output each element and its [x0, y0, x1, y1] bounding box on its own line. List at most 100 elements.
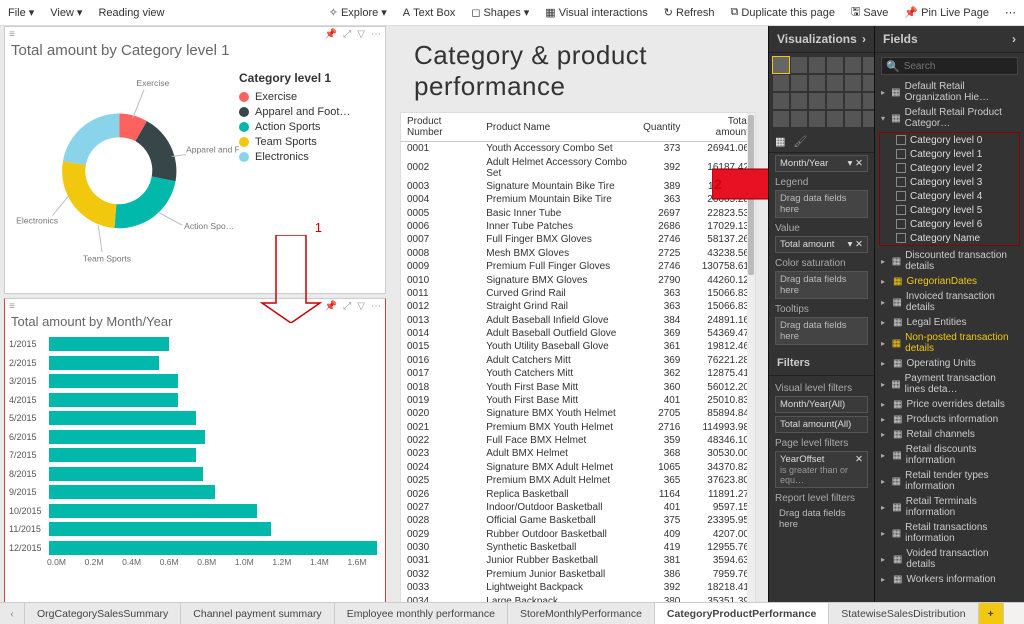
field-table[interactable]: ▸▦Retail Terminals information: [877, 494, 1022, 520]
focus-icon[interactable]: ⤢: [343, 29, 351, 40]
visual-filter-1[interactable]: Month/Year(All): [775, 396, 868, 413]
table-row[interactable]: 0001Youth Accessory Combo Set37326941.06: [401, 142, 755, 156]
viz-type-icon[interactable]: [809, 111, 825, 127]
format-tab-icon[interactable]: 🖌: [793, 135, 807, 148]
product-table[interactable]: Product NumberProduct NameQuantityTotal …: [401, 113, 755, 602]
field-table[interactable]: ▸▦Non-posted transaction details: [877, 330, 1022, 356]
visual-filter-2[interactable]: Total amount(All): [775, 416, 868, 433]
viz-type-icon[interactable]: [827, 93, 843, 109]
page-tab[interactable]: StoreMonthlyPerformance: [508, 603, 655, 624]
table-row[interactable]: 0016Adult Catchers Mitt36976221.28: [401, 354, 755, 367]
bar-chart-tile[interactable]: ≡ 📌 ⤢ ▽ ⋯ Total amount by Month/Year 1/2…: [4, 298, 386, 602]
axis-well[interactable]: Month/Year▾ ✕: [775, 155, 868, 172]
more-icon[interactable]: ⋯: [371, 301, 381, 312]
table-row[interactable]: 0009Premium Full Finger Gloves2746130758…: [401, 260, 755, 273]
table-row[interactable]: 0004Premium Mountain Bike Tire36320605.2…: [401, 193, 755, 206]
viz-type-icon[interactable]: [827, 75, 843, 91]
legend-item[interactable]: Apparel and Foot…: [239, 106, 350, 118]
donut-chart-tile[interactable]: ≡ 📌 ⤢ ▽ ⋯ Total amount by Category level…: [4, 26, 386, 294]
drag-handle-icon[interactable]: ≡: [9, 29, 15, 40]
focus-icon[interactable]: ⤢: [343, 301, 351, 312]
viz-type-icon[interactable]: [773, 93, 789, 109]
view-menu[interactable]: View ▾: [50, 6, 82, 19]
filter-icon[interactable]: ▽: [357, 301, 365, 312]
viz-type-icon[interactable]: [791, 93, 807, 109]
collapse-icon[interactable]: ›: [1012, 32, 1016, 46]
saturation-well[interactable]: Drag data fields here: [775, 271, 868, 299]
viz-type-icon[interactable]: [845, 111, 861, 127]
legend-item[interactable]: Team Sports: [239, 136, 350, 148]
fields-search-input[interactable]: [904, 61, 1013, 72]
product-table-tile[interactable]: Product NumberProduct NameQuantityTotal …: [400, 112, 756, 602]
table-row[interactable]: 0030Synthetic Basketball41912955.76: [401, 541, 755, 554]
table-row[interactable]: 0024Signature BMX Adult Helmet106534370.…: [401, 461, 755, 474]
table-row[interactable]: 0019Youth First Base Mitt40125010.83: [401, 394, 755, 407]
table-row[interactable]: 0015Youth Utility Baseball Glove36119812…: [401, 340, 755, 353]
viz-type-icon[interactable]: [791, 111, 807, 127]
field-item[interactable]: Category Name: [894, 231, 1019, 245]
field-table[interactable]: ▸▦Retail tender types information: [877, 468, 1022, 494]
field-item[interactable]: Category level 0: [894, 133, 1019, 147]
table-row[interactable]: 0014Adult Baseball Outfield Glove3695436…: [401, 327, 755, 340]
reading-view-button[interactable]: Reading view: [98, 7, 164, 19]
table-row[interactable]: 0029Rubber Outdoor Basketball4094207.00: [401, 528, 755, 541]
bar-chart[interactable]: 1/20152/20153/20154/20155/20156/20157/20…: [5, 331, 385, 557]
table-header[interactable]: Product Number: [401, 113, 480, 142]
legend-well[interactable]: Drag data fields here: [775, 190, 868, 218]
field-item[interactable]: Category level 2: [894, 161, 1019, 175]
table-row[interactable]: 0003Signature Mountain Bike Tire38914113…: [401, 180, 755, 193]
field-table[interactable]: ▸▦Retail channels: [877, 427, 1022, 442]
page-tab[interactable]: OrgCategorySalesSummary: [25, 603, 181, 624]
viz-type-icon[interactable]: [791, 75, 807, 91]
viz-type-icon[interactable]: [773, 111, 789, 127]
table-row[interactable]: 0031Junior Rubber Basketball3813594.63: [401, 554, 755, 567]
page-tab[interactable]: Employee monthly performance: [335, 603, 508, 624]
field-table[interactable]: ▸▦Operating Units: [877, 356, 1022, 371]
field-table[interactable]: ▸▦Products information: [877, 412, 1022, 427]
refresh-button[interactable]: ↻ Refresh: [664, 6, 715, 19]
duplicate-page-button[interactable]: ⧉ Duplicate this page: [731, 6, 835, 19]
table-row[interactable]: 0034Large Backpack38035351.39: [401, 594, 755, 602]
page-tab[interactable]: Channel payment summary: [181, 603, 334, 624]
table-row[interactable]: 0027Indoor/Outdoor Basketball4019597.15: [401, 501, 755, 514]
legend-item[interactable]: Exercise: [239, 91, 350, 103]
table-scrollbar[interactable]: [747, 113, 755, 602]
field-item[interactable]: Category level 1: [894, 147, 1019, 161]
table-header[interactable]: Product Name: [480, 113, 637, 142]
table-row[interactable]: 0020Signature BMX Youth Helmet270585894.…: [401, 407, 755, 420]
table-row[interactable]: 0017Youth Catchers Mitt36212875.41: [401, 367, 755, 380]
field-table[interactable]: ▸▦Price overrides details: [877, 397, 1022, 412]
tab-prev[interactable]: ‹: [0, 603, 25, 624]
legend-item[interactable]: Action Sports: [239, 121, 350, 133]
viz-type-icon[interactable]: [845, 75, 861, 91]
field-table[interactable]: ▸▦Retail discounts information: [877, 442, 1022, 468]
save-button[interactable]: 🖫 Save: [851, 3, 888, 22]
viz-type-icon[interactable]: [791, 57, 807, 73]
field-item[interactable]: Category level 4: [894, 189, 1019, 203]
viz-type-icon[interactable]: [827, 57, 843, 73]
table-row[interactable]: 0005Basic Inner Tube269722823.53: [401, 207, 755, 220]
field-item[interactable]: Category level 5: [894, 203, 1019, 217]
table-row[interactable]: 0011Curved Grind Rail36315066.83: [401, 287, 755, 300]
report-filter-well[interactable]: Drag data fields here: [775, 506, 868, 532]
explore-menu[interactable]: ✧ Explore ▾: [329, 6, 387, 19]
viz-type-icon[interactable]: [845, 57, 861, 73]
field-table[interactable]: ▸▦Invoiced transaction details: [877, 289, 1022, 315]
donut-chart[interactable]: Exercise Apparel and Foo… Action Spo… Te…: [9, 61, 239, 271]
viz-type-icon[interactable]: [845, 93, 861, 109]
visual-interactions-button[interactable]: ▦ Visual interactions: [545, 6, 647, 19]
table-row[interactable]: 0028Official Game Basketball37523395.95: [401, 514, 755, 527]
table-row[interactable]: 0006Inner Tube Patches268617029.13: [401, 220, 755, 233]
more-menu[interactable]: ⋯: [1005, 6, 1016, 19]
table-row[interactable]: 0022Full Face BMX Helmet35948346.10: [401, 434, 755, 447]
collapse-icon[interactable]: ›: [862, 32, 866, 46]
tooltips-well[interactable]: Drag data fields here: [775, 317, 868, 345]
table-row[interactable]: 0033Lightweight Backpack39218218.41: [401, 581, 755, 594]
viz-type-icon[interactable]: [809, 75, 825, 91]
more-icon[interactable]: ⋯: [371, 29, 381, 40]
table-row[interactable]: 0023Adult BMX Helmet36830530.00: [401, 447, 755, 460]
table-header[interactable]: Total amount: [686, 113, 755, 142]
table-row[interactable]: 0007Full Finger BMX Gloves274658137.26: [401, 233, 755, 246]
field-item[interactable]: Category level 6: [894, 217, 1019, 231]
field-table[interactable]: ▸▦Default Retail Organization Hie…: [877, 79, 1022, 105]
